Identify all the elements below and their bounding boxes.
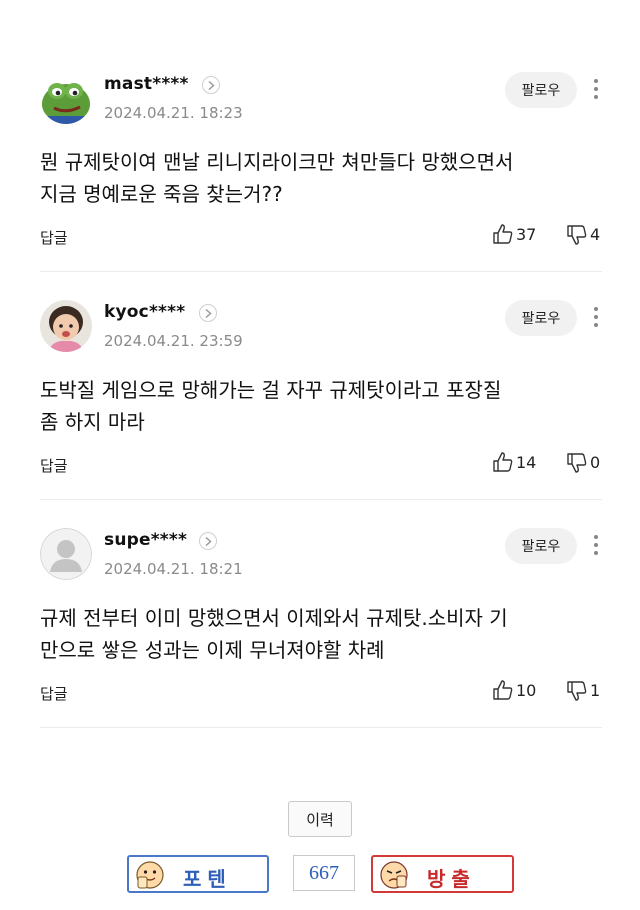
comment-date: 2024.04.21. 18:23 (104, 104, 243, 122)
ban-button[interactable]: 방출 (371, 855, 514, 893)
potion-button[interactable]: 포텐 (127, 855, 269, 893)
thumbs-down-icon[interactable] (566, 680, 588, 706)
divider (40, 727, 602, 728)
reply-button[interactable]: 답글 (40, 683, 68, 704)
vote-count: 667 (293, 855, 355, 891)
thumbs-down-icon[interactable] (566, 452, 588, 478)
thumbs-down-icon[interactable] (566, 224, 588, 250)
comment-date: 2024.04.21. 18:21 (104, 560, 243, 578)
frog-avatar[interactable] (40, 72, 92, 124)
divider (40, 271, 602, 272)
comment-3: supe**** 2024.04.21. 18:21 팔로우 규제 전부터 이미… (0, 528, 640, 756)
follow-button[interactable]: 팔로우 (505, 528, 577, 564)
chevron-right-icon[interactable] (199, 532, 217, 550)
nickname[interactable]: supe**** (104, 530, 187, 550)
chevron-right-icon[interactable] (202, 76, 220, 94)
more-options-icon[interactable] (588, 304, 604, 330)
chevron-right-icon[interactable] (199, 304, 217, 322)
thumbs-up-icon[interactable] (492, 451, 514, 477)
more-options-icon[interactable] (588, 76, 604, 102)
thumbs-up-emoji-icon (135, 860, 165, 894)
dislike-count: 4 (590, 225, 601, 244)
history-button[interactable]: 이력 (288, 801, 352, 837)
thumbs-up-icon[interactable] (492, 223, 514, 249)
divider (40, 499, 602, 500)
thumbs-up-icon[interactable] (492, 679, 514, 705)
default-avatar[interactable] (40, 528, 92, 580)
child-avatar[interactable] (40, 300, 92, 352)
comment-body: 도박질 게임으로 망해가는 걸 자꾸 규제탓이라고 포장질 좀 하지 마라 (40, 378, 502, 434)
comment-1: mast**** 2024.04.21. 18:23 팔로우 뭔 규제탓이여 맨… (0, 72, 640, 300)
follow-button[interactable]: 팔로우 (505, 72, 577, 108)
comment-2: kyoc**** 2024.04.21. 23:59 팔로우 도박질 게임으로 … (0, 300, 640, 528)
potion-label: 포텐 (183, 867, 232, 891)
comment-body: 규제 전부터 이미 망했으면서 이제와서 규제탓.소비자 기 만으로 쌓은 성과… (40, 606, 508, 662)
dislike-count: 1 (590, 681, 601, 700)
comment-date: 2024.04.21. 23:59 (104, 332, 243, 350)
nickname[interactable]: kyoc**** (104, 302, 185, 322)
like-count: 14 (516, 453, 537, 472)
thumbs-down-emoji-icon (379, 860, 409, 894)
nickname[interactable]: mast**** (104, 74, 189, 94)
like-count: 10 (516, 681, 537, 700)
dislike-count: 0 (590, 453, 601, 472)
ban-label: 방출 (427, 867, 476, 891)
comment-body: 뭔 규제탓이여 맨날 리니지라이크만 쳐만들다 망했으면서 지금 명예로운 죽음… (40, 150, 514, 206)
follow-button[interactable]: 팔로우 (505, 300, 577, 336)
reply-button[interactable]: 답글 (40, 227, 68, 248)
like-count: 37 (516, 225, 537, 244)
more-options-icon[interactable] (588, 532, 604, 558)
reply-button[interactable]: 답글 (40, 455, 68, 476)
